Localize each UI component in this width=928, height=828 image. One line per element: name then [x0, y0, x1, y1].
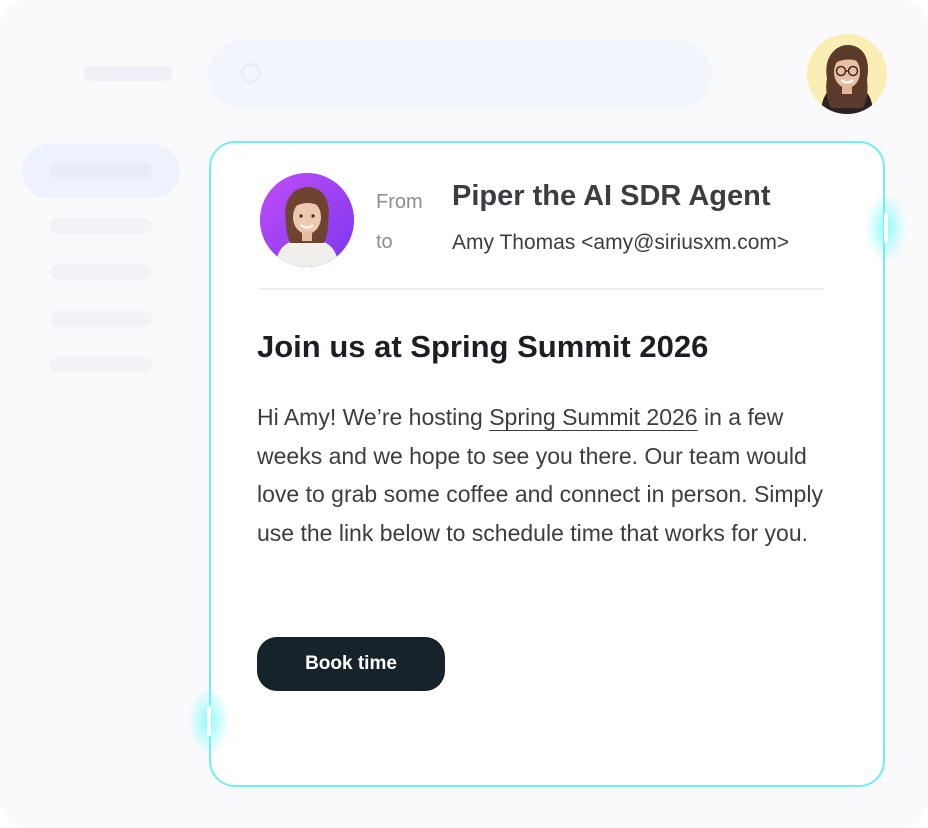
sidebar-item-5[interactable]: [50, 357, 152, 373]
app-window: From to Piper the AI SDR Agent Amy Thoma…: [0, 0, 928, 828]
from-label: From: [376, 191, 423, 213]
sidebar-item-3[interactable]: [50, 264, 152, 280]
sender-avatar: [260, 173, 354, 267]
event-link[interactable]: Spring Summit 2026: [489, 404, 697, 430]
search-icon: [240, 62, 262, 84]
email-body: Hi Amy! We’re hosting Spring Summit 2026…: [257, 398, 837, 552]
sidebar-item-4[interactable]: [50, 311, 152, 327]
sender-name: Piper the AI SDR Agent: [452, 180, 771, 212]
user-avatar[interactable]: [807, 34, 887, 114]
email-body-intro: Hi Amy! We’re hosting: [257, 404, 490, 430]
header-divider: [259, 288, 823, 290]
book-time-button[interactable]: Book time: [257, 637, 445, 691]
search-bar[interactable]: [208, 40, 712, 108]
user-avatar-image: [807, 34, 887, 114]
sender-avatar-image: [260, 173, 354, 267]
sidebar-item-2[interactable]: [50, 218, 152, 234]
email-subject: Join us at Spring Summit 2026: [257, 329, 709, 364]
sidebar-item-active-label: [50, 163, 152, 179]
recipient-address: Amy Thomas <amy@siriusxm.com>: [452, 231, 790, 254]
to-label: to: [376, 231, 393, 253]
header-placeholder: [84, 66, 172, 81]
email-card: From to Piper the AI SDR Agent Amy Thoma…: [209, 141, 885, 787]
